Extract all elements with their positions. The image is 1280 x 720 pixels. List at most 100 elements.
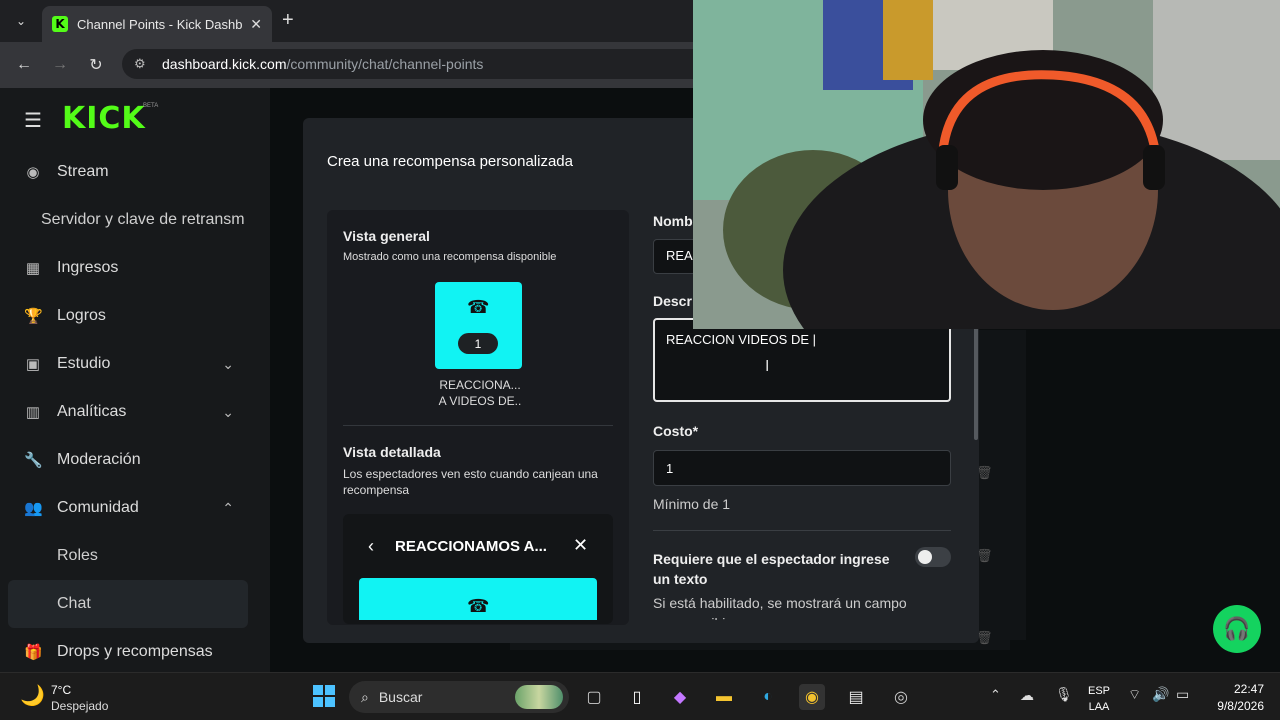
url-path: /community/chat/channel-points [286,56,484,72]
treasure-chest-icon: ☎ [467,297,490,317]
sidebar-item-stream[interactable]: ◉ Stream [24,157,244,187]
sidebar-item-chat[interactable]: Chat [57,595,91,613]
task-view-icon[interactable]: ▢ [581,684,607,710]
language-indicator[interactable]: ESP LAA [1087,683,1111,715]
description-textarea[interactable]: REACCION VIDEOS DE | [653,318,951,402]
sidebar-item-label: Estudio [57,355,111,372]
sidebar-item-server-key[interactable]: Servidor y clave de retransm [41,211,245,229]
edge-icon[interactable]: ◐ [755,684,781,710]
tray-chevron-up-icon[interactable]: ⌃ [990,687,1001,703]
sidebar-item-logros[interactable]: 🏆 Logros [24,301,244,331]
close-icon: ✕ [573,535,589,555]
overview-subtitle: Mostrado como una recompensa disponible [343,251,557,263]
text-cursor-icon: I [765,358,770,375]
chevron-left-icon: ‹ [368,536,374,556]
language-code: ESP [1087,685,1110,697]
require-text-label: Requiere que el espectador ingrese un te… [653,551,890,587]
reward-cost-pill: 1 [458,333,498,354]
url-host: dashboard.kick.com [162,56,287,72]
gift-icon: 🎁 [24,644,43,661]
volume-icon[interactable]: 🔊 [1152,686,1169,703]
treasure-chest-icon: ☎ [467,596,490,616]
trophy-icon: 🏆 [24,308,43,325]
document-icon[interactable]: ▯ [624,684,650,710]
chevron-down-icon: ⌄ [222,355,234,372]
cost-label: Costo* [653,423,699,439]
sidebar-item-estudio[interactable]: ▣ Estudio ⌄ [24,349,244,379]
menu-icon[interactable]: ☰ [24,108,42,133]
sidebar-item-drops[interactable]: 🎁 Drops y recompensas [24,637,244,667]
sidebar-item-label: Drops y recompensas [57,643,213,660]
tab-search-chevron-icon[interactable]: ⌄ [8,9,34,33]
wrench-icon: 🔧 [24,452,43,469]
sidebar-item-label: Ingresos [57,259,119,276]
modal-scrollbar[interactable] [974,320,978,440]
obs-icon[interactable]: ◎ [888,684,914,710]
detail-reward-name: REACCIONAMOS A... [395,538,547,555]
m365-icon[interactable]: ◆ [667,684,693,710]
forward-icon[interactable]: → [47,52,73,78]
sidebar-item-analiticas[interactable]: ▥ Analíticas ⌄ [24,397,244,427]
bar-chart-icon: ▦ [25,260,41,277]
cost-hint: Mínimo de 1 [653,496,731,512]
chevron-up-icon: ⌃ [222,499,234,516]
keyboard-layout: LAA [1088,701,1110,713]
webcam-overlay [693,0,1280,329]
tab-title: Channel Points - Kick Dashboar [77,16,243,32]
search-highlight-art [515,685,563,709]
kick-logo[interactable]: KICK [62,101,146,136]
detail-title: Vista detallada [343,444,441,460]
battery-icon[interactable]: ▭ [1176,686,1189,703]
search-placeholder: Buscar [378,689,423,705]
browser-tab[interactable]: K Channel Points - Kick Dashboar ✕ [42,6,272,42]
reward-name-line: REACCIONA... [439,378,521,392]
sidebar-item-label: Moderación [57,451,141,468]
users-icon: 👥 [24,500,43,517]
site-settings-icon[interactable]: ⚙ [134,56,150,72]
analytics-icon: ▥ [25,404,41,421]
description-label: Descr [653,293,692,309]
sidebar-item-moderacion[interactable]: 🔧 Moderación [24,445,244,475]
divider [653,530,951,531]
reload-icon[interactable]: ↻ [83,52,109,78]
divider [343,425,613,426]
toggle-knob[interactable] [918,550,932,564]
sidebar-item-roles[interactable]: Roles [57,547,98,565]
broadcast-icon: ◉ [26,164,40,181]
clock-time[interactable]: 22:47 [1222,682,1264,696]
new-tab-button[interactable]: + [282,9,294,32]
sidebar-item-ingresos[interactable]: ▦ Ingresos [24,253,244,283]
support-headset-button[interactable]: 🎧 [1213,605,1261,653]
beta-badge: BETA [143,103,159,109]
search-icon: ⌕ [361,688,369,705]
sidebar-item-label: Comunidad [57,499,139,516]
sidebar-item-comunidad[interactable]: 👥 Comunidad ⌃ [24,493,244,523]
webcam-feed [693,0,1280,329]
tab-close-icon[interactable]: ✕ [250,16,262,33]
sidebar-item-chat-active[interactable] [8,580,248,628]
reward-name-line: A VIDEOS DE.. [438,394,522,408]
sidebar-item-label: Analíticas [57,403,127,420]
require-text-hint: Si está habilitado, se mostrará un campo… [653,595,907,620]
overview-title: Vista general [343,228,430,244]
onedrive-icon[interactable]: ☁ [1020,687,1034,704]
detail-subtitle: Los espectadores ven esto cuando canjean… [343,467,598,497]
weather-temperature[interactable]: 7°C [51,683,71,697]
clock-date[interactable]: 9/8/2026 [1204,699,1264,713]
file-explorer-icon[interactable]: ▬ [711,684,737,710]
microphone-icon[interactable]: 🎙 [1055,686,1073,703]
name-label: Nomb [653,213,693,229]
weather-condition[interactable]: Despejado [51,699,108,713]
taskbar-search[interactable]: ⌕ Buscar [349,681,569,713]
kick-favicon-icon: K [52,16,68,32]
windows-start-icon[interactable] [313,685,335,707]
wifi-icon[interactable]: ⌔ [1128,686,1141,704]
sidebar-item-label: Stream [57,163,109,180]
chrome-icon[interactable]: ◉ [799,684,825,710]
cost-input[interactable]: 1 [653,450,951,486]
moon-weather-icon[interactable]: 🌙 [20,683,45,708]
chevron-down-icon: ⌄ [222,403,234,420]
back-icon[interactable]: ← [11,52,37,78]
store-icon[interactable]: ▤ [843,684,869,710]
studio-icon: ▣ [25,356,41,373]
